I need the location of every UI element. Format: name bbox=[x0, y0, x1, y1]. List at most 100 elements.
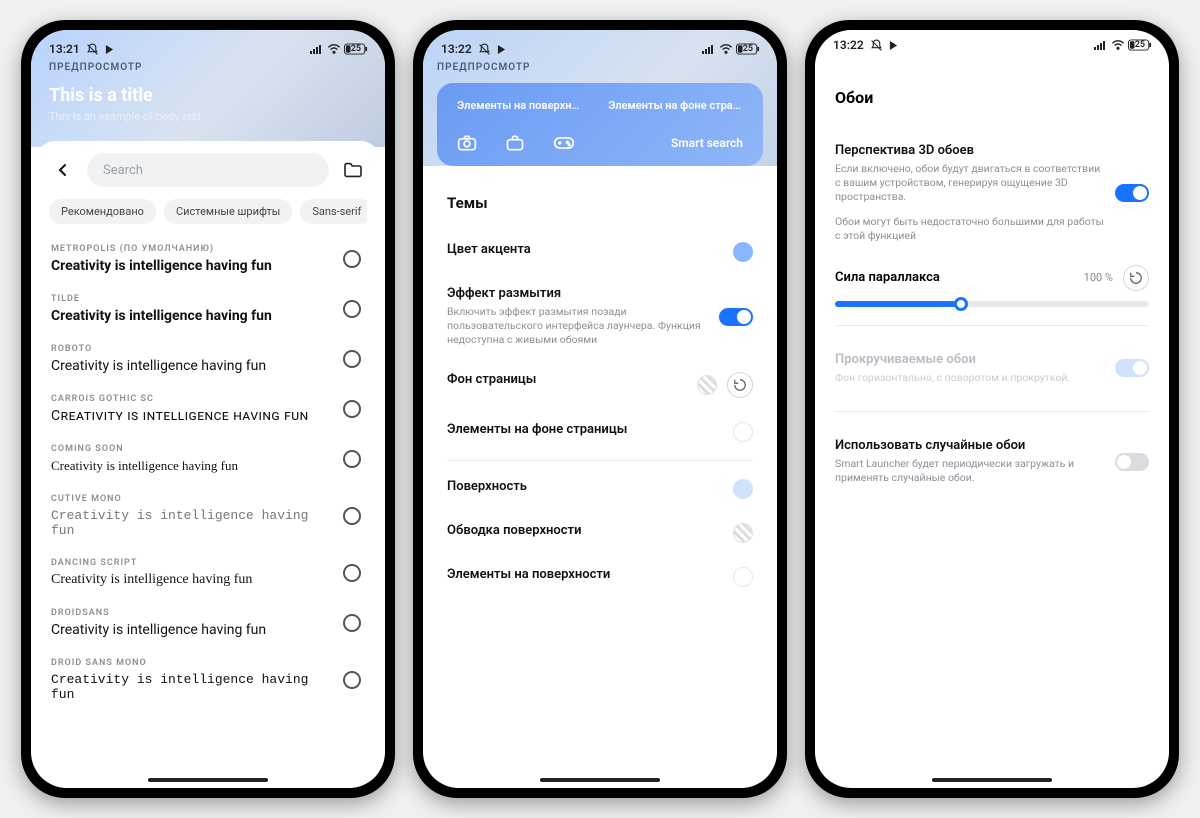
home-indicator[interactable] bbox=[148, 778, 268, 782]
reset-button[interactable] bbox=[727, 372, 753, 398]
row-stroke[interactable]: Обводка поверхности bbox=[447, 511, 753, 555]
font-name: METROPOLIS (ПО УМОЛЧАНИЮ) bbox=[51, 244, 365, 254]
font-name: CUTIVE MONO bbox=[51, 494, 365, 504]
surface-swatch[interactable] bbox=[733, 479, 753, 499]
signal-icon bbox=[310, 44, 324, 54]
row-label: Элементы на фоне страницы bbox=[447, 422, 723, 437]
row-label: Использовать случайные обои bbox=[835, 438, 1105, 453]
font-radio[interactable] bbox=[343, 564, 361, 582]
font-radio[interactable] bbox=[343, 507, 361, 525]
phone-1: 13:21 25 ПРЕДПРОСМОТР This is a title Th… bbox=[21, 20, 395, 798]
random-toggle[interactable] bbox=[1115, 453, 1149, 471]
slider-knob[interactable] bbox=[954, 297, 968, 311]
preview-tile: Элементы на поверхности Элементы на фоне… bbox=[437, 83, 763, 166]
status-time: 13:21 bbox=[49, 42, 80, 56]
font-sample: Creativity is intelligence having fun bbox=[51, 458, 311, 474]
battery-pct: 25 bbox=[351, 44, 361, 54]
onpage-swatch[interactable] bbox=[733, 422, 753, 442]
camera-icon[interactable] bbox=[457, 134, 477, 152]
font-row[interactable]: DROID SANS MONO Creativity is intelligenc… bbox=[49, 648, 367, 712]
phone-3: 13:22 25 Обои Перспектива 3D обоев Если … bbox=[805, 20, 1179, 798]
row-perspective[interactable]: Перспектива 3D обоев Если включено, обои… bbox=[835, 135, 1149, 251]
accent-swatch[interactable] bbox=[733, 242, 753, 262]
briefcase-icon[interactable] bbox=[505, 134, 525, 152]
row-accent[interactable]: Цвет акцента bbox=[447, 230, 753, 274]
play-icon bbox=[889, 41, 898, 50]
font-radio[interactable] bbox=[343, 350, 361, 368]
font-radio[interactable] bbox=[343, 450, 361, 468]
folder-button[interactable] bbox=[339, 156, 367, 184]
tab-page-bg[interactable]: Элементы на фоне страни... bbox=[602, 95, 749, 116]
font-radio[interactable] bbox=[343, 400, 361, 418]
page-title: Обои bbox=[835, 88, 1149, 107]
font-name: DROID SANS MONO bbox=[51, 658, 365, 668]
font-sample: Creativity is intelligence having fun bbox=[51, 258, 311, 274]
font-sample: Creativity is intelligence having fun bbox=[51, 672, 311, 702]
font-sample: Creativity is intelligence having fun bbox=[51, 308, 311, 324]
font-row[interactable]: DANCING SCRIPTCreativity is intelligence… bbox=[49, 548, 367, 598]
font-name: TILDE bbox=[51, 294, 365, 304]
folder-icon bbox=[343, 162, 363, 178]
blur-toggle[interactable] bbox=[719, 308, 753, 326]
font-radio[interactable] bbox=[343, 671, 361, 689]
parallax-slider[interactable] bbox=[835, 301, 1149, 307]
font-name: CARROIS GOTHIC SC bbox=[51, 394, 365, 404]
font-radio[interactable] bbox=[343, 614, 361, 632]
stroke-swatch[interactable] bbox=[733, 523, 753, 543]
row-random[interactable]: Использовать случайные обои Smart Launch… bbox=[835, 430, 1149, 493]
home-indicator[interactable] bbox=[932, 778, 1052, 782]
perspective-toggle[interactable] bbox=[1115, 184, 1149, 202]
font-radio[interactable] bbox=[343, 250, 361, 268]
font-name: DANCING SCRIPT bbox=[51, 558, 365, 568]
row-surface[interactable]: Поверхность bbox=[447, 467, 753, 511]
row-label: Элементы на поверхности bbox=[447, 567, 723, 582]
font-name: ROBOTO bbox=[51, 344, 365, 354]
font-row[interactable]: ROBOTO Creativity is intelligence having … bbox=[49, 334, 367, 384]
gamepad-icon[interactable] bbox=[553, 135, 575, 151]
font-card: Search Рекомендовано Системные шрифты Sa… bbox=[37, 141, 379, 788]
slider-fill bbox=[835, 301, 961, 307]
back-button[interactable] bbox=[49, 156, 77, 184]
row-note: Обои могут быть недостаточно большими дл… bbox=[835, 215, 1105, 243]
font-row[interactable]: CARROIS GOTHIC SCCreativity is intellige… bbox=[49, 384, 367, 434]
row-blur[interactable]: Эффект размытия Включить эффект размытия… bbox=[447, 274, 753, 360]
wifi-icon bbox=[719, 44, 733, 54]
font-sample: Creativity is intelligence having fun bbox=[51, 622, 311, 638]
row-on-page[interactable]: Элементы на фоне страницы bbox=[447, 410, 753, 454]
chip-row[interactable]: Рекомендовано Системные шрифты Sans-seri… bbox=[49, 199, 367, 224]
row-label: Эффект размытия bbox=[447, 286, 709, 301]
tab-surface[interactable]: Элементы на поверхности bbox=[451, 95, 590, 116]
play-icon bbox=[105, 45, 114, 54]
row-scroll: Прокручиваемые обои Фон горизонтально, с… bbox=[835, 344, 1149, 393]
font-sample: Creativity is intelligence having fun bbox=[51, 508, 311, 538]
font-row[interactable]: COMING SOONCreativity is intelligence ha… bbox=[49, 434, 367, 484]
font-sample: Creativity is intelligence having fun bbox=[51, 358, 311, 374]
font-row[interactable]: CUTIVE MONO Creativity is intelligence ha… bbox=[49, 484, 367, 548]
chip-sans[interactable]: Sans-serif bbox=[300, 199, 367, 224]
row-desc: Если включено, обои будут двигаться в со… bbox=[835, 162, 1105, 205]
font-row[interactable]: TILDE Creativity is intelligence having f… bbox=[49, 284, 367, 334]
chip-recommended[interactable]: Рекомендовано bbox=[49, 199, 156, 224]
pagebg-swatch[interactable] bbox=[697, 375, 717, 395]
reset-icon bbox=[1129, 271, 1143, 285]
screen-1: 13:21 25 ПРЕДПРОСМОТР This is a title Th… bbox=[31, 30, 385, 788]
row-page-bg[interactable]: Фон страницы bbox=[447, 360, 753, 410]
preview-title: This is a title bbox=[49, 85, 367, 106]
chevron-left-icon bbox=[57, 164, 69, 176]
font-radio[interactable] bbox=[343, 300, 361, 318]
font-name: DROIDSANS bbox=[51, 608, 365, 618]
onsurface-swatch[interactable] bbox=[733, 567, 753, 587]
chip-system[interactable]: Системные шрифты bbox=[164, 199, 292, 224]
font-row[interactable]: METROPOLIS (ПО УМОЛЧАНИЮ) Creativity is i… bbox=[49, 234, 367, 284]
search-input[interactable]: Search bbox=[87, 153, 329, 187]
home-indicator[interactable] bbox=[540, 778, 660, 782]
row-on-surface[interactable]: Элементы на поверхности bbox=[447, 555, 753, 599]
row-label: Поверхность bbox=[447, 479, 723, 494]
divider bbox=[835, 325, 1149, 326]
font-row[interactable]: DROIDSANS Creativity is intelligence havi… bbox=[49, 598, 367, 648]
smart-search-label[interactable]: Smart search bbox=[671, 136, 743, 150]
alarm-off-icon bbox=[478, 43, 491, 56]
reset-button[interactable] bbox=[1123, 265, 1149, 291]
row-desc: Включить эффект размытия позади пользова… bbox=[447, 305, 709, 348]
font-list[interactable]: METROPOLIS (ПО УМОЛЧАНИЮ) Creativity is i… bbox=[49, 234, 367, 788]
